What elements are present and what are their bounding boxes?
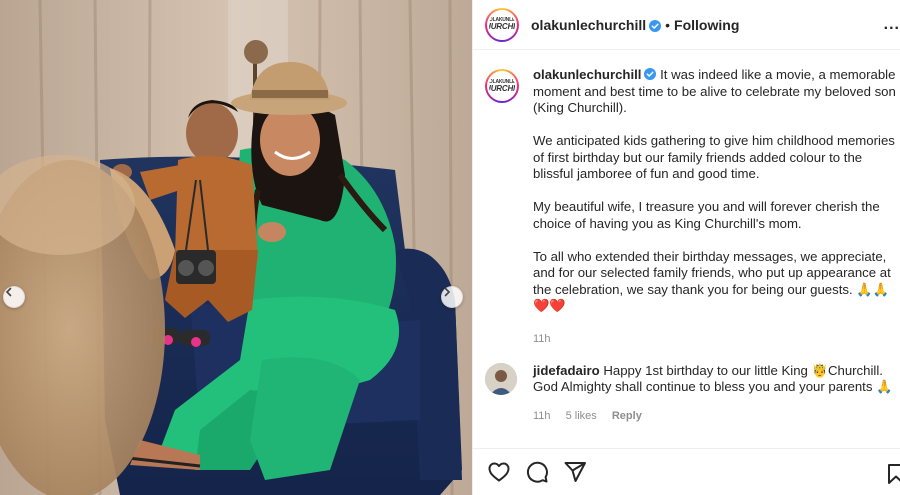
caption-text: olakunlechurchill It was indeed like a m… [533,67,900,348]
caption-verified-badge-icon [644,68,657,80]
comment-item: jidefadairo Happy 1st birthday to our li… [473,348,900,425]
caption-paragraph: To all who extended their birthday messa… [533,248,891,314]
post-caption: OLAKUNLE CHURCHILL olakunlechurchill It … [473,51,900,348]
comment-timestamp[interactable]: 11h [533,410,551,422]
more-options-button[interactable]: ... [884,16,900,34]
photo-illustration [0,0,472,495]
caption-paragraph: We anticipated kids gathering to give hi… [533,133,895,181]
heart-outline-icon[interactable] [487,460,511,484]
caption-author-name[interactable]: olakunlechurchill [533,67,641,82]
verified-badge-icon [649,19,662,32]
post-details-panel: OLAKUNLE CHURCHILL olakunlechurchill • F… [472,0,900,495]
author-username[interactable]: olakunlechurchill [531,17,646,33]
following-button[interactable]: Following [674,17,739,33]
author-avatar[interactable]: OLAKUNLE CHURCHILL [485,7,519,42]
post-header: OLAKUNLE CHURCHILL olakunlechurchill • F… [473,0,900,50]
comment-author[interactable]: jidefadairo [533,363,600,378]
paper-plane-icon[interactable] [563,460,587,484]
previous-photo-button[interactable] [3,286,25,308]
header-separator: • [665,16,671,33]
caption-avatar-logo-main: CHURCHILL [489,83,516,93]
commenter-avatar[interactable] [485,362,517,395]
comment-reply-button[interactable]: Reply [612,410,642,422]
avatar-logo: OLAKUNLE CHURCHILL [489,18,516,31]
post-action-bar [473,448,900,495]
caption-avatar-logo: OLAKUNLE CHURCHILL [489,79,516,93]
bookmark-icon[interactable] [886,463,900,490]
avatar-logo-main: CHURCHILL [489,22,516,31]
caption-paragraph: My beautiful wife, I treasure you and wi… [533,199,880,231]
comment-body: jidefadairo Happy 1st birthday to our li… [533,363,899,425]
caption-meta: 11h [533,331,900,348]
commenter-photo [485,362,517,395]
comment-meta: 11h 5 likes Reply [533,408,899,425]
post-photo[interactable] [0,0,472,495]
next-photo-button[interactable] [441,286,463,308]
speech-bubble-icon[interactable] [525,460,549,484]
comment-likes[interactable]: 5 likes [566,410,597,422]
caption-author-avatar[interactable]: OLAKUNLE CHURCHILL [485,69,519,103]
caption-timestamp[interactable]: 11h [533,333,551,345]
comments-area[interactable]: OLAKUNLE CHURCHILL olakunlechurchill It … [473,51,900,448]
